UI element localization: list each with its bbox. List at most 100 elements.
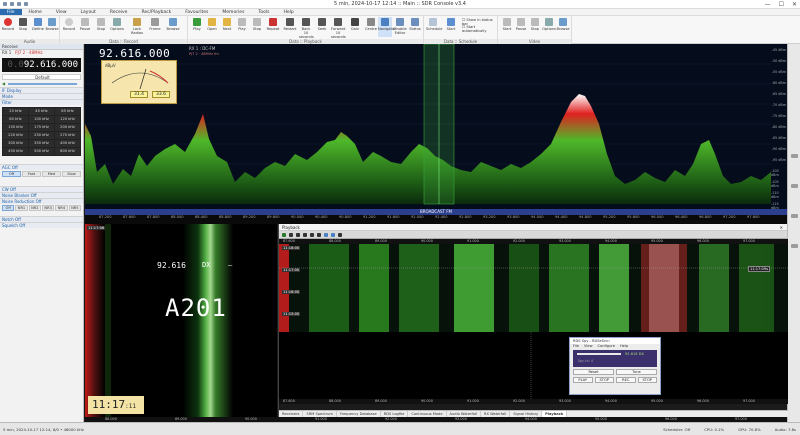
agc-fast-button[interactable]: Fast (22, 171, 41, 177)
filter-option[interactable]: 65 kHz (55, 108, 80, 115)
menu-layout[interactable]: Layout (74, 9, 103, 15)
vertical-scroll-strip[interactable] (787, 44, 800, 422)
nr3-button[interactable]: NR3 (41, 205, 55, 211)
pb-zoom-icon[interactable] (324, 232, 328, 237)
playback-repeat-button[interactable]: Repeat (266, 17, 280, 37)
playback-waterfall[interactable]: 11:18:00 11:17:00 11:16:00 11:15:00 11:1… (279, 244, 788, 332)
frequency-axis[interactable]: 87.200 87.600 87.800 88.000 88.400 88.80… (85, 215, 787, 224)
agc-slow-button[interactable]: Slow (62, 171, 81, 177)
filter-option[interactable]: 350 kHz (29, 140, 54, 147)
schedule-button[interactable]: Schedule (426, 17, 443, 37)
audio-stop-button[interactable]: Stop (16, 17, 30, 37)
agc-med-button[interactable]: Med (42, 171, 61, 177)
playback-close-icon[interactable]: ✕ (780, 224, 783, 230)
nr-off-button[interactable]: Off (2, 205, 15, 211)
filter-option[interactable]: 600 kHz (55, 148, 80, 155)
filter-option[interactable]: 250 kHz (29, 132, 54, 139)
forward-10s-button[interactable]: Forward 10 seconds (331, 17, 346, 39)
menu-favourites[interactable]: Favourites (178, 9, 215, 15)
data-options-button[interactable]: Options (110, 17, 124, 37)
video-browse-button[interactable]: Browse (556, 17, 570, 37)
playback-open-button[interactable]: Open (205, 17, 219, 37)
data-pause-button[interactable]: Pause (78, 17, 92, 37)
centre-button[interactable]: Centre (364, 17, 378, 37)
filter-option[interactable]: 220 kHz (3, 132, 28, 139)
menu-memories[interactable]: Memories (215, 9, 251, 15)
left-waterfall[interactable]: 11:17:06 92.616 DX – A201 11:17:11 (85, 224, 277, 417)
video-pause-button[interactable]: Pause (514, 17, 528, 37)
rds-tune-button[interactable]: Tune (616, 369, 657, 375)
filter-option[interactable]: 300 kHz (3, 140, 28, 147)
spectrum-display[interactable]: 92.616.000 RX 1 : DC-FM PJ7 2 · 48MHz fm… (85, 44, 787, 224)
menu-file[interactable]: File (0, 9, 22, 15)
nr1-button[interactable]: NR1 (15, 205, 28, 211)
menu-rec-playback[interactable]: Rec/Playback (134, 9, 178, 15)
pb-stop-icon[interactable] (296, 232, 300, 237)
audio-browse-button[interactable]: Browse (45, 17, 59, 37)
minimize-button[interactable]: — (765, 1, 771, 8)
status-button[interactable]: Status (408, 17, 422, 37)
pb-settings-icon[interactable] (338, 232, 342, 237)
filter-option[interactable]: 80 kHz (3, 116, 28, 123)
pb-marker[interactable]: 11:17:09s (747, 266, 770, 272)
rds-menu-file[interactable]: File (573, 344, 579, 349)
filter-option[interactable]: 150 kHz (3, 124, 28, 131)
preset-select[interactable]: Default (2, 74, 81, 80)
video-options-button[interactable]: Options (542, 17, 556, 37)
playback-play-button[interactable]: Play (190, 17, 204, 37)
squelch-section[interactable]: Squelch Off (0, 222, 83, 228)
back-10s-button[interactable]: Back 10 seconds (299, 17, 314, 39)
rds-menu-view[interactable]: View (584, 344, 593, 349)
seek-button[interactable]: Seek (315, 17, 329, 37)
pb-rewind-icon[interactable] (303, 232, 307, 237)
rds-reset-button[interactable]: Reset (573, 369, 614, 375)
playback-stop-button[interactable]: Stop (250, 17, 264, 37)
filter-option[interactable]: 450 kHz (3, 148, 28, 155)
filter-option[interactable]: 400 kHz (55, 140, 80, 147)
volume-slider[interactable] (8, 83, 77, 85)
rds-rec-button[interactable]: REC (616, 377, 636, 383)
agc-off-button[interactable]: Off (2, 171, 21, 177)
rds-menu-help[interactable]: Help (620, 344, 628, 349)
schedule-start-button[interactable]: Start (444, 17, 458, 37)
pb-forward-icon[interactable] (310, 232, 314, 237)
pb-fit-icon[interactable] (331, 232, 335, 237)
filter-option[interactable]: 25 kHz (3, 108, 28, 115)
rds-menu-configure[interactable]: Configure (598, 344, 615, 349)
audio-define-button[interactable]: Define (31, 17, 45, 37)
frame-button[interactable]: Frame (148, 17, 162, 37)
filter-option[interactable]: 200 kHz (55, 124, 80, 131)
filter-option[interactable]: 175 kHz (29, 124, 54, 131)
filter-option[interactable]: 100 kHz (29, 116, 54, 123)
menu-view[interactable]: View (49, 9, 74, 15)
nr5-button[interactable]: NR5 (68, 205, 81, 211)
data-browse-button[interactable]: Browse (166, 17, 180, 37)
nr2-button[interactable]: NR2 (28, 205, 41, 211)
frequency-display[interactable]: 0.092.616.000 (2, 58, 81, 72)
data-stop-button[interactable]: Stop (94, 17, 108, 37)
menu-home[interactable]: Home (22, 9, 49, 15)
start-automatically-check[interactable]: ☐ Start automatically (462, 25, 497, 33)
filter-option[interactable]: 120 kHz (55, 116, 80, 123)
data-record-button[interactable]: Record (62, 17, 76, 37)
close-button[interactable]: ✕ (792, 1, 797, 8)
playback-restart-button[interactable]: Restart (283, 17, 297, 37)
playback-play2-button[interactable]: Play (235, 17, 249, 37)
navigator-button[interactable]: Navigator (378, 17, 396, 37)
menu-tools[interactable]: Tools (251, 9, 276, 15)
video-stop-button[interactable]: Stop (528, 17, 542, 37)
pb-loop-icon[interactable] (317, 232, 321, 237)
gain-button[interactable]: Gain (348, 17, 362, 37)
rds-stop2-button[interactable]: STOP (637, 377, 657, 383)
rds-stop-button[interactable]: STOP (594, 377, 614, 383)
menu-help[interactable]: Help (277, 9, 301, 15)
lock-radios-button[interactable]: Lock Radios (130, 17, 144, 37)
menu-receive[interactable]: Receive (103, 9, 135, 15)
video-start-button[interactable]: Start (500, 17, 514, 37)
filter-option[interactable]: 45 kHz (29, 108, 54, 115)
filter-option[interactable]: 270 kHz (55, 132, 80, 139)
pb-pause-icon[interactable] (289, 232, 293, 237)
disable-editor-button[interactable]: Disable Editor (393, 17, 407, 37)
audio-record-button[interactable]: Record (1, 17, 15, 37)
maximize-button[interactable]: ☐ (779, 1, 784, 8)
